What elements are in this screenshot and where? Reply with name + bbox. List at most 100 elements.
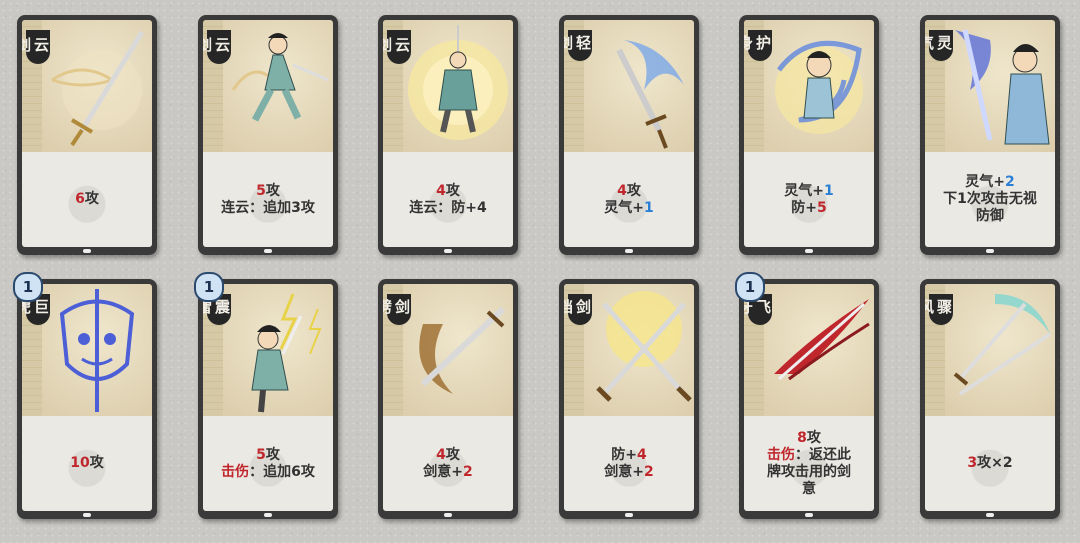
- description-segment: 击伤: [221, 463, 250, 480]
- card-title: 云剑·厚土: [383, 30, 411, 64]
- card-description: 3攻×2: [925, 416, 1055, 511]
- cost-badge: 1: [13, 272, 43, 302]
- card-title: 剑挡: [564, 294, 592, 325]
- glowing-swordsman-icon: [408, 25, 508, 140]
- description-segment: 攻: [445, 446, 460, 463]
- description-segment: ：追加6攻: [249, 463, 315, 480]
- description-line: 击伤：追加6攻: [221, 464, 315, 481]
- description-line: 防+4: [611, 447, 646, 464]
- card-7[interactable]: 巨虎灵剑 10攻 1: [13, 272, 157, 519]
- description-line: 4攻: [436, 447, 460, 464]
- card-title-char: 剑: [564, 35, 574, 51]
- card-5[interactable]: 护身灵气灵气+1防+5: [739, 15, 879, 255]
- card-art: 轻剑: [564, 20, 694, 152]
- description-segment: 4: [436, 446, 446, 463]
- card-11[interactable]: 飞牙剑8攻击伤：返还此牌攻击用的剑意1: [735, 272, 879, 519]
- description-segment: 下1次攻击无视: [943, 191, 1037, 207]
- card-10[interactable]: 剑挡防+4 剑意+2: [559, 279, 699, 519]
- description-segment: 攻: [89, 455, 104, 471]
- blue-flame-sword-icon: [616, 40, 684, 149]
- description-segment: 攻×2: [977, 455, 1013, 471]
- card-12[interactable]: 骤风剑 3攻×2: [920, 279, 1060, 519]
- wind-swords-icon: [953, 294, 1052, 396]
- description-line: 牌攻击用的剑: [767, 464, 851, 481]
- card-bottom-notch: [805, 249, 813, 253]
- card-4[interactable]: 轻剑 4攻 灵气+1: [559, 15, 699, 255]
- card-8[interactable]: 震雷剑5攻击伤：追加6攻1: [194, 272, 338, 519]
- description-line: 灵气+2: [965, 174, 1014, 191]
- card-art: 巨虎灵剑: [22, 284, 152, 416]
- description-line: 击伤：返还此: [767, 447, 851, 464]
- leaping-swordsman-icon: [231, 33, 329, 122]
- crossed-swords-icon: [596, 291, 692, 402]
- card-bottom-notch: [83, 249, 91, 253]
- description-segment: 灵气+: [965, 174, 1005, 190]
- card-1[interactable]: 云剑·探云 6攻: [17, 15, 157, 255]
- description-line: 3攻×2: [967, 455, 1012, 472]
- card-description: 防+4 剑意+2: [564, 416, 694, 511]
- description-segment: 牌攻击用的剑: [767, 463, 851, 480]
- card-title: 护身灵气: [744, 30, 772, 61]
- cost-badge: 1: [194, 272, 224, 302]
- card-9[interactable]: 剑劈 4攻 剑意+2: [378, 279, 518, 519]
- card-description: 灵气+2 下1次攻击无视 防御: [925, 152, 1055, 247]
- description-line: 剑意+2: [604, 464, 653, 481]
- description-segment: 灵气+: [604, 199, 644, 216]
- card-title-char: 飞: [754, 299, 772, 315]
- spirit-aura-icon: [775, 40, 863, 134]
- description-segment: 剑意+: [423, 463, 463, 480]
- card-title-char: 挡: [564, 299, 574, 315]
- card-title-char: 巨: [32, 299, 50, 315]
- description-segment: 剑意+: [604, 463, 644, 480]
- card-title-char: 云: [32, 36, 50, 53]
- red-fang-sword-icon: [774, 299, 870, 381]
- card-title: 骤风剑: [925, 294, 953, 325]
- card-title: 轻剑: [564, 30, 592, 61]
- card-title: 灵气灌注: [925, 30, 953, 61]
- description-line: 10攻: [70, 455, 103, 472]
- description-segment: 1: [643, 199, 654, 216]
- description-segment: 连云：防+4: [409, 199, 487, 216]
- description-segment: 击伤: [767, 446, 795, 463]
- thunder-swordsman-icon: [251, 293, 322, 413]
- description-line: 4攻: [436, 183, 460, 200]
- card-title-char: 剑: [203, 36, 213, 53]
- card-art: 剑劈: [383, 284, 513, 416]
- description-segment: 攻: [806, 429, 821, 446]
- card-title: 云剑·飞刺: [203, 30, 231, 64]
- card-description: 4攻 灵气+1: [564, 152, 694, 247]
- card-title-char: 骤: [935, 299, 953, 315]
- card-art: 云剑·厚土: [383, 20, 513, 152]
- description-segment: 2: [643, 463, 654, 480]
- description-line: 4攻: [617, 183, 641, 200]
- description-segment: 意: [802, 480, 816, 497]
- description-segment: 攻: [84, 191, 99, 207]
- card-3[interactable]: 云剑·厚土 4攻连云：防+4: [378, 15, 518, 255]
- description-line: 连云：追加3攻: [221, 200, 315, 217]
- card-title-char: 灵: [935, 35, 953, 51]
- description-segment: 8: [797, 429, 807, 446]
- card-description: 6攻: [22, 152, 152, 247]
- description-line: 6攻: [75, 191, 99, 208]
- sword-icon: [51, 30, 145, 147]
- card-bottom-notch: [444, 249, 452, 253]
- card-title-char: 云: [393, 36, 411, 53]
- description-segment: 连云：追加3攻: [221, 199, 315, 216]
- card-2[interactable]: 云剑·飞刺 5攻连云：追加3攻: [198, 15, 338, 255]
- card-art: 骤风剑: [925, 284, 1055, 416]
- slash-sword-icon: [419, 306, 506, 394]
- card-6[interactable]: 灵气灌注灵气+2下1次攻击无视防御: [920, 15, 1060, 255]
- description-segment: 灵气+: [784, 182, 824, 199]
- description-segment: 5: [256, 446, 266, 463]
- description-segment: 5: [256, 182, 266, 199]
- card-bottom-notch: [986, 513, 994, 517]
- card-title-char: 剑: [22, 36, 32, 53]
- card-description: 5攻 击伤：追加6攻: [203, 416, 333, 511]
- card-title: 剑劈: [383, 294, 411, 325]
- description-line: 灵气+1: [604, 200, 653, 217]
- description-segment: 2: [462, 463, 473, 480]
- card-description: 10攻: [22, 416, 152, 511]
- card-title-char: 护: [754, 35, 772, 51]
- description-line: 5攻: [256, 447, 280, 464]
- description-segment: ：返还此: [795, 446, 851, 463]
